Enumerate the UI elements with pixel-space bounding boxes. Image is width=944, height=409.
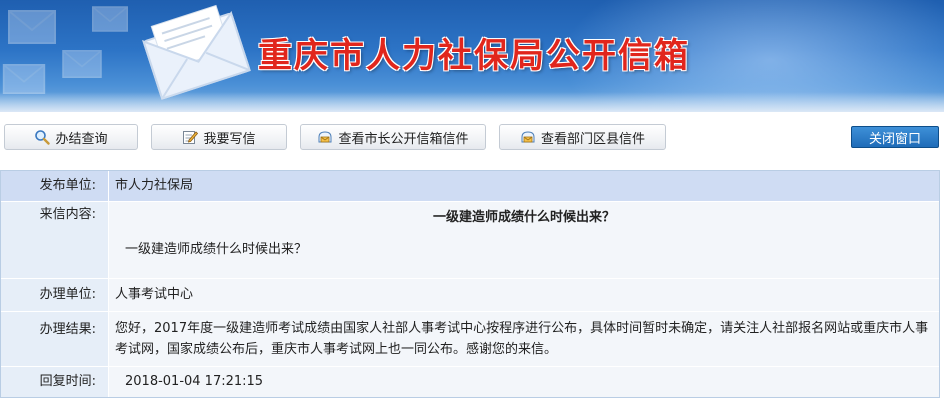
handler-row: 办理单位: 人事考试中心 (1, 278, 939, 311)
reply-time-row: 回复时间: 2018-01-04 17:21:15 (1, 366, 939, 397)
letter-body: 一级建造师成绩什么时候出来？ (125, 242, 308, 257)
mayor-letters-button[interactable]: 查看市长公开信箱信件 (300, 124, 486, 150)
dept-letters-button-label: 查看部门区县信件 (540, 131, 645, 147)
write-letter-button[interactable]: 我要写信 (151, 124, 287, 150)
header-banner: 重庆市人力社保局公开信箱 (0, 0, 944, 112)
reply-time-label: 回复时间: (1, 367, 109, 397)
letter-detail-table: 发布单位: 市人力社保局 来信内容: 一级建造师成绩什么时候出来？ 一级建造师成… (0, 170, 940, 398)
background-envelope-icon (92, 6, 128, 32)
mayor-letters-button-label: 查看市长公开信箱信件 (338, 131, 469, 147)
dept-letters-button[interactable]: 查看部门区县信件 (499, 124, 666, 150)
result-value: 您好，2017年度一级建造师考试成绩由国家人社部人事考试中心按程序进行公布，具体… (109, 312, 939, 366)
content-label: 来信内容: (1, 202, 109, 278)
banner-fade (0, 92, 944, 112)
pencil-note-icon (182, 129, 199, 145)
query-button-label: 办结查询 (55, 131, 108, 147)
toolbar: 办结查询 我要写信 查看市长公开信箱信件 查看部门区县信件 关闭窗口 (0, 112, 944, 164)
handler-label: 办理单位: (1, 279, 109, 311)
content-row: 来信内容: 一级建造师成绩什么时候出来？ 一级建造师成绩什么时候出来？ (1, 201, 939, 278)
result-label: 办理结果: (1, 312, 109, 366)
banner-title: 重庆市人力社保局公开信箱 (258, 36, 690, 76)
background-envelope-icon (62, 50, 102, 78)
content-value: 一级建造师成绩什么时候出来？ 一级建造师成绩什么时候出来？ (109, 202, 939, 278)
publisher-row: 发布单位: 市人力社保局 (1, 171, 939, 201)
letter-title: 一级建造师成绩什么时候出来？ (432, 210, 615, 225)
background-envelope-icon (2, 64, 46, 94)
write-letter-button-label: 我要写信 (203, 131, 256, 147)
mailbox-icon (317, 129, 333, 145)
magnifier-icon (34, 129, 51, 145)
reply-time-value: 2018-01-04 17:21:15 (109, 367, 939, 397)
close-window-button[interactable]: 关闭窗口 (851, 126, 939, 148)
background-envelope-icon (8, 10, 56, 44)
envelope-icon (142, 4, 251, 100)
publisher-label: 发布单位: (1, 171, 109, 201)
handler-value: 人事考试中心 (109, 279, 939, 311)
mailbox-icon (520, 129, 536, 145)
publisher-value: 市人力社保局 (109, 171, 939, 201)
query-button[interactable]: 办结查询 (4, 124, 138, 150)
result-row: 办理结果: 您好，2017年度一级建造师考试成绩由国家人社部人事考试中心按程序进… (1, 311, 939, 366)
